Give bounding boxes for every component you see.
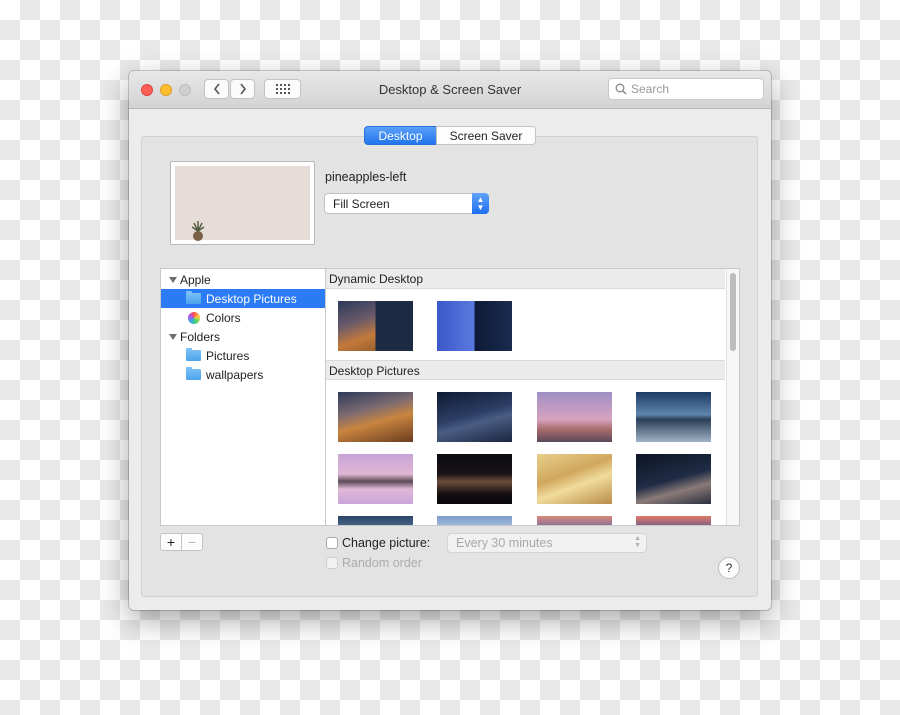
section-header-desktop-pictures: Desktop Pictures [326,360,725,380]
sidebar-item-label: Pictures [206,348,250,363]
sidebar-item-pictures[interactable]: Pictures [161,346,325,365]
sidebar-item-label: Desktop Pictures [206,291,297,306]
thumbnail-picture[interactable] [338,392,413,442]
folder-icon [186,367,201,380]
thumbnail-picture[interactable] [437,392,512,442]
interval-popup[interactable]: Every 30 minutes ▲ ▼ [447,533,647,553]
source-list: Apple Desktop Pictures Colors Folders Pi… [160,268,326,526]
tab-desktop[interactable]: Desktop [364,126,437,145]
sidebar-item-colors[interactable]: Colors [161,308,325,327]
disclosure-triangle-icon [169,333,177,340]
thumbnail-picture[interactable] [338,516,413,525]
random-order-label: Random order [342,556,422,570]
group-label: Apple [180,272,211,287]
thumbnail-picture[interactable] [537,392,612,442]
add-folder-button[interactable]: + [160,533,182,551]
pineapple-image [191,221,205,241]
thumbnail-mojave-dynamic[interactable] [338,301,413,351]
thumbnail-solar-gradients[interactable] [437,301,512,351]
tab-screen-saver[interactable]: Screen Saver [436,126,536,145]
popup-arrows-icon: ▲ ▼ [634,535,641,549]
popup-arrows-icon: ▲ ▼ [472,193,489,214]
folder-icon [186,291,201,304]
sidebar-item-label: wallpapers [206,367,264,382]
preview-image [175,166,310,241]
thumbnail-picture[interactable] [537,454,612,504]
search-field[interactable]: Search [608,78,764,100]
search-placeholder: Search [631,82,670,96]
fit-mode-value: Fill Screen [333,197,390,211]
sidebar-item-wallpapers[interactable]: wallpapers [161,365,325,384]
thumbnail-picture[interactable] [537,516,612,525]
group-apple[interactable]: Apple [161,270,325,289]
thumbnail-picture[interactable] [636,516,711,525]
pictures-folder-icon [186,348,201,361]
remove-folder-button[interactable]: − [181,533,203,551]
search-icon [615,83,627,95]
change-picture-checkbox[interactable] [326,537,338,549]
title-bar: Desktop & Screen Saver Search [129,71,771,109]
random-order-checkbox[interactable] [326,557,338,569]
thumbnail-picture[interactable] [636,454,711,504]
desktop-preview [170,161,315,245]
fit-mode-popup[interactable]: Fill Screen ▲ ▼ [324,193,489,214]
picture-name: pineapples-left [325,170,407,184]
thumbnail-picture[interactable] [437,454,512,504]
thumbnail-picture[interactable] [338,454,413,504]
group-label: Folders [180,329,221,344]
thumbnail-picture[interactable] [437,516,512,525]
color-wheel-icon [188,311,200,324]
picture-gallery: Dynamic Desktop Desktop Pictures [326,268,740,526]
sidebar-item-label: Colors [206,310,241,325]
help-button[interactable]: ? [718,557,740,579]
section-header-dynamic: Dynamic Desktop [326,269,725,289]
scrollbar-knob[interactable] [730,273,736,351]
group-folders[interactable]: Folders [161,327,325,346]
gallery-scrollbar[interactable] [726,269,739,525]
thumbnail-picture[interactable] [636,392,711,442]
sidebar-item-desktop-pictures[interactable]: Desktop Pictures [161,289,325,308]
disclosure-triangle-icon [169,276,177,283]
preferences-window: Desktop & Screen Saver Search Desktop Sc… [129,71,771,610]
change-picture-label: Change picture: [342,536,431,550]
interval-value: Every 30 minutes [456,536,553,550]
